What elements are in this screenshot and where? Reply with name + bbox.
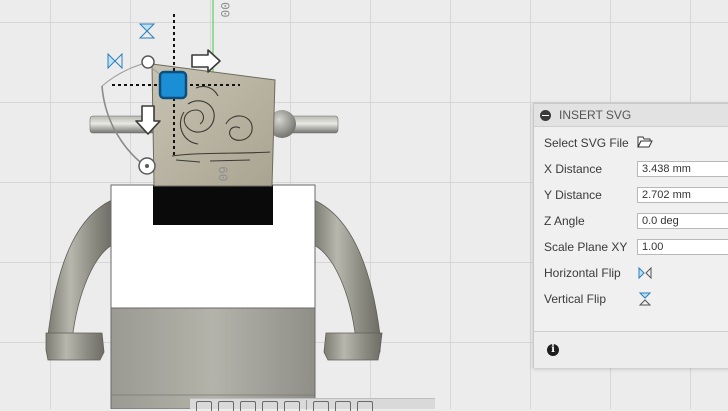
right-arm bbox=[313, 199, 381, 353]
design-viewport[interactable]: 00 60 INSERT SVG Select SVG File X Dista… bbox=[0, 0, 728, 411]
viewports-icon[interactable] bbox=[357, 401, 373, 411]
scale-plane-input[interactable] bbox=[637, 239, 728, 255]
y-distance-label: Y Distance bbox=[544, 188, 602, 202]
select-svg-file-row: Select SVG File bbox=[534, 130, 728, 156]
fit-icon[interactable] bbox=[284, 401, 300, 411]
zoom-icon[interactable] bbox=[262, 401, 278, 411]
display-settings-icon[interactable] bbox=[313, 401, 329, 411]
neck bbox=[153, 185, 273, 225]
z-angle-label: Z Angle bbox=[544, 214, 585, 228]
ruler-label-top: 00 bbox=[217, 2, 232, 18]
x-distance-label: X Distance bbox=[544, 162, 603, 176]
y-distance-row: Y Distance bbox=[534, 182, 728, 208]
insert-svg-panel: INSERT SVG Select SVG File X Distance Y … bbox=[533, 103, 728, 368]
left-arm bbox=[47, 199, 113, 353]
panel-title: INSERT SVG bbox=[559, 108, 632, 122]
panel-footer: i bbox=[534, 331, 728, 368]
minus-circle-icon[interactable] bbox=[540, 109, 551, 121]
gizmo-center-handle[interactable] bbox=[158, 70, 188, 100]
gizmo-right-arrow[interactable] bbox=[191, 49, 221, 73]
look-at-icon[interactable] bbox=[218, 401, 234, 411]
gizmo-rotate-handle-top[interactable] bbox=[141, 55, 155, 69]
pan-icon[interactable] bbox=[240, 401, 256, 411]
x-distance-row: X Distance bbox=[534, 156, 728, 182]
scale-plane-label: Scale Plane XY bbox=[544, 240, 628, 254]
grid-icon[interactable] bbox=[335, 401, 351, 411]
horizontal-flip-icon[interactable] bbox=[637, 265, 653, 281]
vertical-flip-icon[interactable] bbox=[637, 291, 653, 307]
horizontal-flip-row: Horizontal Flip bbox=[534, 260, 728, 286]
z-angle-row: Z Angle bbox=[534, 208, 728, 234]
z-angle-input[interactable] bbox=[637, 213, 728, 229]
left-hand bbox=[45, 332, 105, 361]
scale-plane-row: Scale Plane XY bbox=[534, 234, 728, 260]
horizontal-flip-gizmo-icon[interactable] bbox=[107, 52, 123, 70]
right-hand bbox=[323, 332, 383, 361]
vertical-flip-gizmo-icon[interactable] bbox=[138, 23, 156, 39]
y-distance-input[interactable] bbox=[637, 187, 728, 203]
horizontal-flip-label: Horizontal Flip bbox=[544, 266, 621, 280]
torso-lower bbox=[110, 307, 316, 409]
folder-open-icon[interactable] bbox=[637, 135, 653, 151]
ruler-label-mid: 60 bbox=[215, 166, 230, 182]
select-svg-file-label: Select SVG File bbox=[544, 136, 629, 150]
vertical-flip-row: Vertical Flip bbox=[534, 286, 728, 312]
x-distance-input[interactable] bbox=[637, 161, 728, 177]
info-icon[interactable]: i bbox=[547, 344, 559, 356]
orbit-icon[interactable] bbox=[196, 401, 212, 411]
panel-header: INSERT SVG bbox=[534, 104, 728, 127]
navigation-toolbar bbox=[190, 398, 435, 411]
vertical-flip-label: Vertical Flip bbox=[544, 292, 607, 306]
